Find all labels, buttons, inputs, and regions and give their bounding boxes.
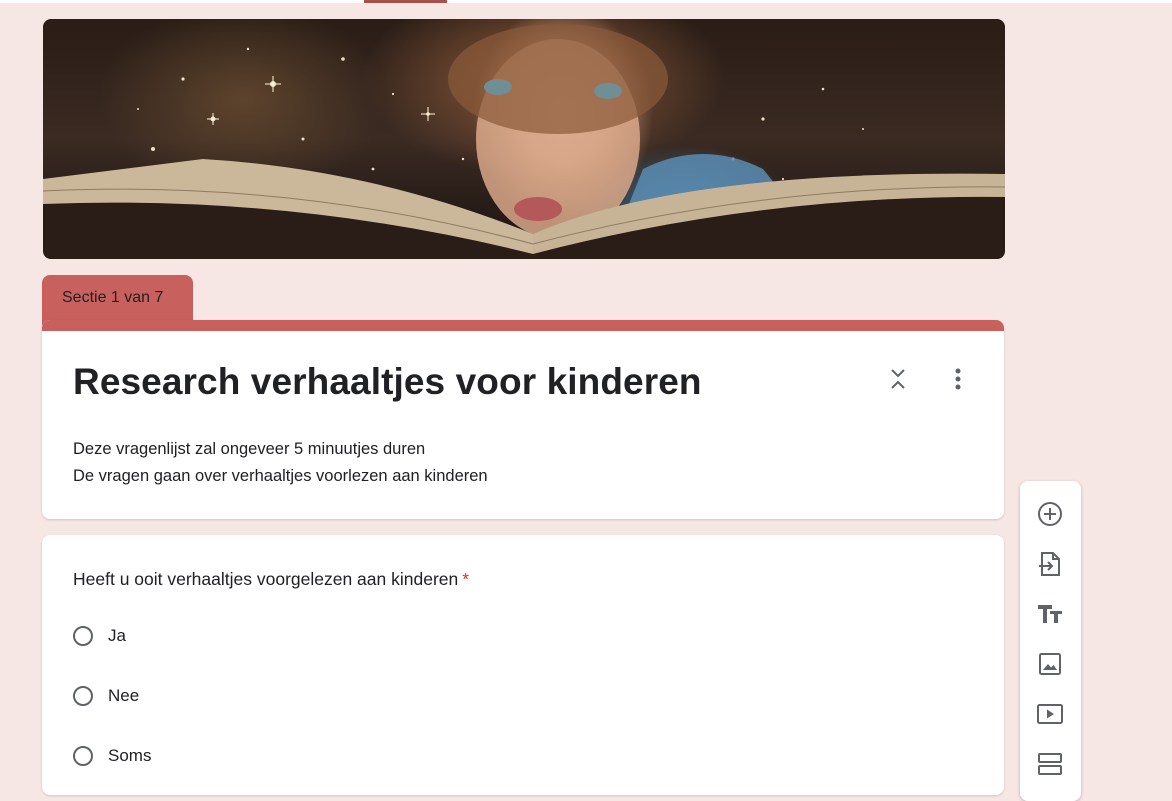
description-line-2: De vragen gaan over verhaaltjes voorleze… — [73, 467, 488, 485]
more-options-icon[interactable] — [942, 363, 974, 395]
option-ja[interactable]: Ja — [73, 623, 126, 649]
active-tab-indicator — [364, 0, 447, 3]
radio-button[interactable] — [73, 686, 93, 706]
form-title-card[interactable]: Research verhaaltjes voor kinderen Deze … — [42, 320, 1004, 519]
section-label: Sectie 1 van 7 — [62, 289, 164, 306]
add-video-icon[interactable] — [1035, 699, 1065, 729]
add-image-icon[interactable] — [1035, 649, 1065, 679]
option-label: Nee — [108, 686, 140, 705]
top-bar — [0, 0, 1172, 3]
radio-button[interactable] — [73, 746, 93, 766]
form-description[interactable]: Deze vragenlijst zal ongeveer 5 minuutje… — [73, 436, 488, 490]
option-nee[interactable]: Nee — [73, 683, 139, 709]
question-title[interactable]: Heeft u ooit verhaaltjes voorgelezen aan… — [73, 569, 469, 590]
option-label: Soms — [108, 746, 152, 765]
required-asterisk: * — [462, 569, 470, 589]
floating-toolbar — [1020, 481, 1081, 801]
add-section-icon[interactable] — [1035, 749, 1065, 779]
radio-button[interactable] — [73, 626, 93, 646]
question-card[interactable]: Heeft u ooit verhaaltjes voorgelezen aan… — [42, 535, 1004, 795]
option-soms[interactable]: Soms — [73, 743, 151, 769]
title-card-accent — [42, 320, 1004, 331]
import-questions-icon[interactable] — [1035, 549, 1065, 579]
option-label: Ja — [108, 626, 126, 645]
add-question-icon[interactable] — [1035, 499, 1065, 529]
header-image — [43, 19, 1005, 259]
description-line-1: Deze vragenlijst zal ongeveer 5 minuutje… — [73, 440, 426, 458]
section-tab: Sectie 1 van 7 — [42, 275, 193, 325]
question-text: Heeft u ooit verhaaltjes voorgelezen aan… — [73, 569, 459, 589]
collapse-section-icon[interactable] — [882, 363, 914, 395]
form-title[interactable]: Research verhaaltjes voor kinderen — [73, 361, 702, 403]
add-title-icon[interactable] — [1035, 599, 1065, 629]
